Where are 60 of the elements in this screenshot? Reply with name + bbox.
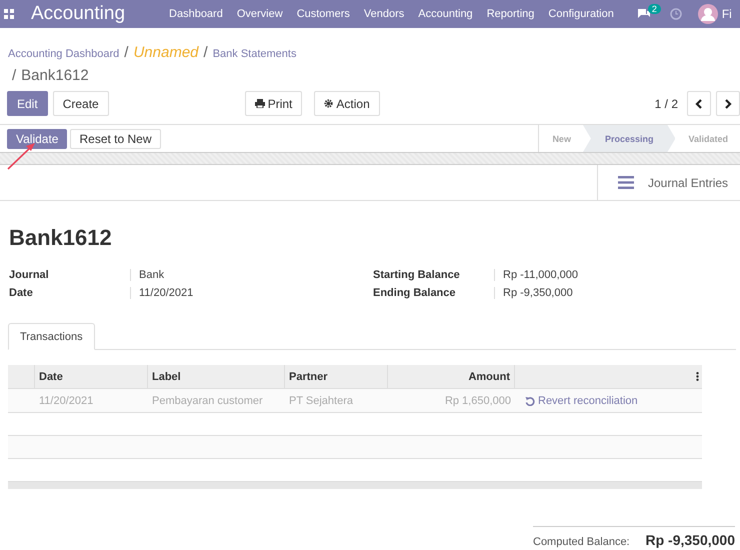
computed-balance-value: Rp -9,350,000	[646, 532, 735, 548]
computed-balance-label: Computed Balance:	[533, 536, 630, 548]
clock-icon[interactable]	[670, 8, 682, 20]
field-value: Rp -11,000,000	[502, 269, 580, 281]
create-button[interactable]: Create	[52, 91, 109, 116]
breadcrumb-item: Bank1612	[21, 67, 89, 84]
stage-step[interactable]: Validated	[675, 125, 740, 152]
menu-item[interactable]: Dashboard	[169, 8, 223, 20]
field-label: Journal	[9, 269, 131, 281]
breadcrumb-separator: /	[124, 44, 128, 61]
printer-icon	[254, 99, 265, 108]
table-cell-text: Rp 1,650,000	[444, 394, 512, 406]
previous-button[interactable]	[687, 91, 711, 116]
print-button[interactable]: Print	[244, 91, 302, 116]
record-title: Bank1612	[9, 225, 113, 251]
field-label: Starting Balance	[373, 269, 495, 281]
next-button[interactable]	[716, 91, 740, 116]
stage-step[interactable]: Processing	[582, 125, 676, 152]
validate-button[interactable]: Validate	[7, 128, 68, 148]
undo-icon	[525, 396, 535, 406]
breadcrumb-separator: /	[12, 67, 16, 84]
field-label: Date	[9, 287, 131, 299]
user-name[interactable]: Fi	[722, 7, 732, 21]
tab[interactable]: Transactions	[8, 323, 95, 350]
app-title[interactable]: Accounting	[31, 3, 126, 25]
chevron-right-icon	[724, 98, 732, 108]
field-value: 11/20/2021	[138, 287, 194, 299]
table-cell-text: 11/20/2021	[38, 394, 94, 406]
chat-icon[interactable]	[636, 8, 651, 20]
breadcrumb-separator: /	[204, 44, 208, 61]
gear-icon	[324, 99, 334, 108]
action-button[interactable]: Action	[314, 91, 380, 116]
column-header[interactable]: Date	[35, 365, 148, 388]
field-label: Ending Balance	[373, 287, 495, 299]
reset-button[interactable]: Reset to New	[70, 128, 161, 148]
revert-reconciliation-button[interactable]: Revert reconciliation	[525, 395, 638, 407]
table-cell-text: Pembayaran customer	[151, 394, 264, 406]
menu-icon	[618, 176, 634, 189]
message-count: 2	[648, 4, 661, 14]
edit-button[interactable]: Edit	[7, 91, 48, 116]
column-header[interactable]: Amount	[388, 365, 515, 388]
menu-item[interactable]: Reporting	[486, 8, 534, 20]
menu-item[interactable]: Customers	[296, 8, 350, 20]
pager-value: 1 / 2	[654, 96, 678, 110]
apps-icon[interactable]	[4, 9, 14, 19]
column-header[interactable]: Partner	[285, 365, 388, 388]
menu-item[interactable]: Vendors	[364, 8, 404, 20]
options-icon[interactable]	[696, 372, 699, 381]
column-header[interactable]: Label	[148, 365, 285, 388]
chevron-left-icon	[695, 98, 703, 108]
breadcrumb-item[interactable]: Bank Statements	[212, 43, 296, 65]
avatar-icon[interactable]	[698, 4, 718, 24]
stage-step[interactable]: New	[539, 125, 583, 152]
menu-item[interactable]: Overview	[236, 8, 283, 20]
field-value: Rp -9,350,000	[502, 287, 574, 299]
field-value: Bank	[138, 269, 166, 281]
table-cell-text: PT Sejahtera	[288, 394, 354, 406]
menu-item[interactable]: Accounting	[418, 8, 473, 20]
breadcrumb-item[interactable]: Accounting Dashboard	[8, 43, 120, 65]
menu-item[interactable]: Configuration	[548, 8, 614, 20]
